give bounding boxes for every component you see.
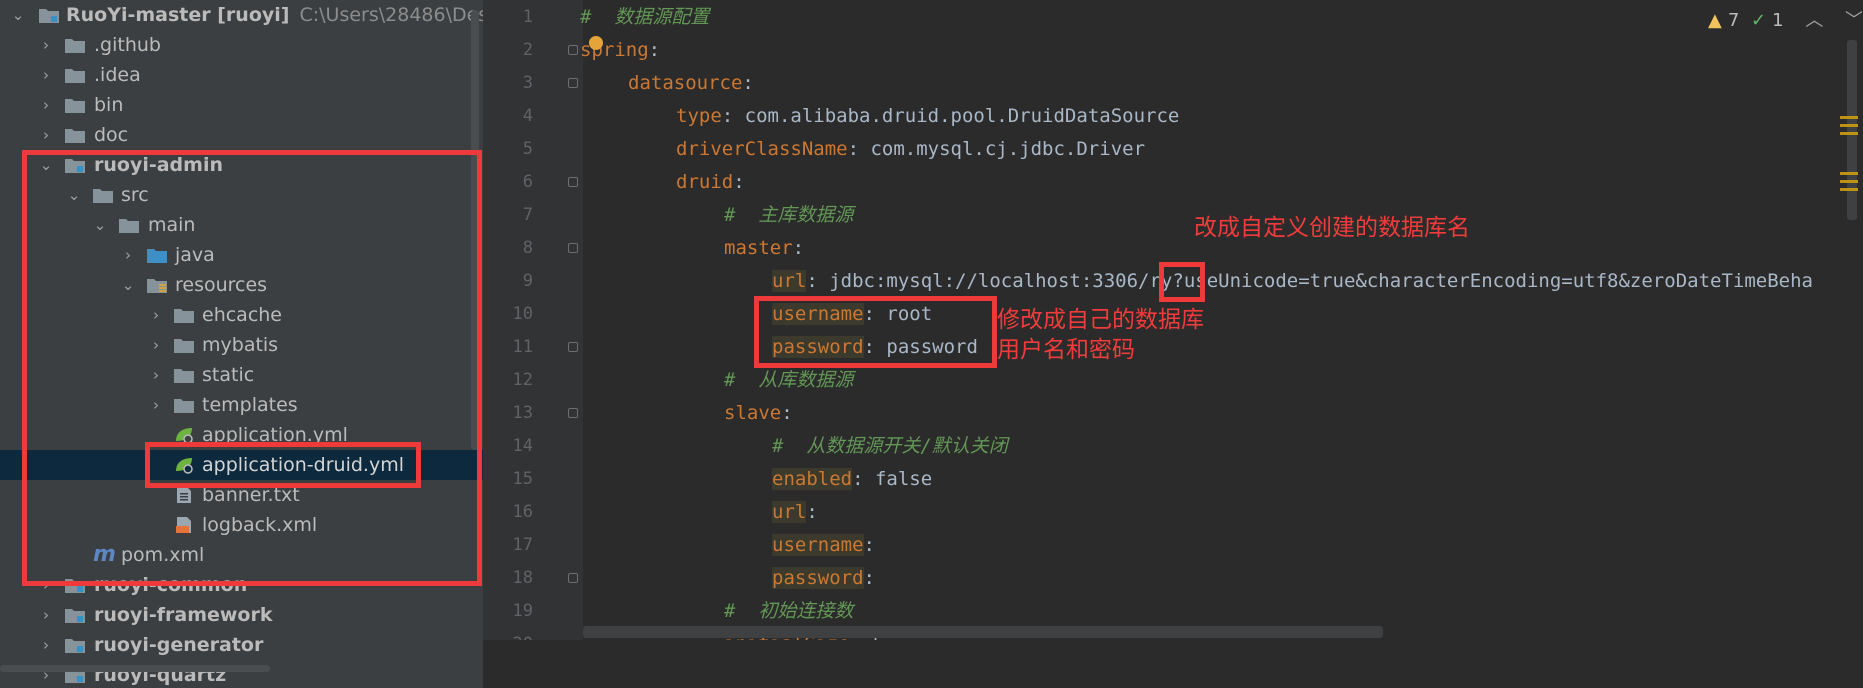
fold-marker-icon[interactable] (568, 177, 578, 187)
code-line-1[interactable]: # 数据源配置 (580, 1, 709, 34)
module-folder-icon (65, 639, 85, 653)
error-stripe-mark[interactable] (1840, 132, 1858, 135)
line-number: 7 (522, 205, 533, 225)
line-number: 8 (522, 238, 533, 258)
editor-vertical-scrollbar[interactable] (1847, 40, 1857, 220)
line-number: 11 (512, 337, 533, 357)
line-number: 4 (522, 106, 533, 126)
code-line-3[interactable]: datasource: (628, 67, 754, 100)
chevron-down-icon[interactable]: ﹀ (1845, 10, 1863, 31)
annotation-box-ruoyi-admin (22, 150, 482, 586)
tree-item-github[interactable]: › .github (0, 30, 483, 60)
tree-horizontal-scrollbar[interactable] (0, 665, 270, 672)
code-line-19[interactable]: # 初始连接数 (724, 595, 853, 628)
fold-marker-icon[interactable] (568, 573, 578, 583)
inspection-widget[interactable]: ▲ 7 ✓ 1 ︿ ﹀ (1708, 6, 1863, 36)
line-number: 5 (522, 139, 533, 159)
code-line-5[interactable]: driverClassName: com.mysql.cj.jdbc.Drive… (676, 133, 1145, 166)
warning-icon: ▲ (1708, 10, 1722, 31)
code-line-8[interactable]: master: (724, 232, 804, 265)
line-number: 10 (512, 304, 533, 324)
error-stripe-mark[interactable] (1840, 124, 1858, 127)
annotation-credentials-note-1: 修改成自己的数据库 (997, 307, 1204, 333)
line-number: 3 (522, 73, 533, 93)
line-number: 17 (512, 535, 533, 555)
annotation-credentials-note-2: 用户名和密码 (997, 337, 1135, 363)
line-number: 19 (512, 601, 533, 621)
folder-icon (65, 39, 85, 53)
error-stripe-mark[interactable] (1840, 172, 1858, 175)
code-line-16[interactable]: url: (772, 496, 818, 529)
project-name: RuoYi-master [ruoyi] (66, 4, 290, 26)
chevron-right-icon[interactable]: › (38, 120, 54, 150)
code-line-14[interactable]: # 从数据源开关/默认关闭 (772, 430, 1008, 463)
chevron-up-icon[interactable]: ︿ (1805, 10, 1823, 31)
tree-item-ruoyi-framework[interactable]: › ruoyi-framework (0, 600, 483, 630)
error-stripe-mark[interactable] (1840, 116, 1858, 119)
code-line-9[interactable]: url: jdbc:mysql://localhost:3306/ry?useU… (772, 265, 1813, 298)
chevron-right-icon[interactable]: › (38, 630, 54, 660)
line-number: 13 (512, 403, 533, 423)
warning-count: 7 (1727, 10, 1740, 31)
tree-item-doc[interactable]: › doc (0, 120, 483, 150)
code-line-4[interactable]: type: com.alibaba.druid.pool.DruidDataSo… (676, 100, 1179, 133)
line-number: 14 (512, 436, 533, 456)
code-line-15[interactable]: enabled: false (772, 463, 932, 496)
intention-bulb-icon[interactable] (589, 36, 603, 50)
line-number: 12 (512, 370, 533, 390)
line-number: 1 (522, 7, 533, 27)
error-stripe-mark[interactable] (1840, 188, 1858, 191)
code-line-13[interactable]: slave: (724, 397, 793, 430)
folder-icon (65, 99, 85, 113)
chevron-right-icon[interactable]: › (38, 90, 54, 120)
project-path: C:\Users\28486\Desktop\ (299, 4, 483, 26)
editor-horizontal-scrollbar[interactable] (583, 626, 1383, 638)
fold-marker-icon[interactable] (568, 243, 578, 253)
code-line-7[interactable]: # 主库数据源 (724, 199, 853, 232)
fold-marker-icon[interactable] (568, 45, 578, 55)
module-folder-icon (65, 609, 85, 623)
fold-marker-icon[interactable] (568, 78, 578, 88)
tree-item-ruoyi-generator[interactable]: › ruoyi-generator (0, 630, 483, 660)
line-number: 15 (512, 469, 533, 489)
line-number: 18 (512, 568, 533, 588)
code-editor[interactable]: 1 2 3 4 5 6 7 8 9 10 11 12 13 14 15 16 1… (483, 0, 1863, 688)
module-folder-icon (39, 9, 59, 23)
line-number: 2 (522, 40, 533, 60)
chevron-right-icon[interactable]: › (38, 60, 54, 90)
weak-warning-count: 1 (1772, 10, 1784, 31)
annotation-box-credentials (754, 296, 997, 368)
editor-bottom-area (483, 640, 1863, 688)
annotation-box-druid-file (145, 442, 421, 488)
line-number: 6 (522, 172, 533, 192)
code-line-6[interactable]: druid: (676, 166, 745, 199)
folder-icon (65, 129, 85, 143)
folder-icon (65, 69, 85, 83)
line-number: 16 (512, 502, 533, 522)
chevron-right-icon[interactable]: › (38, 600, 54, 630)
chevron-right-icon[interactable]: › (38, 30, 54, 60)
fold-marker-icon[interactable] (568, 408, 578, 418)
tree-project-root[interactable]: ⌄ RuoYi-master [ruoyi] C:\Users\28486\Des… (0, 0, 483, 30)
tree-item-idea[interactable]: › .idea (0, 60, 483, 90)
annotation-db-name-note: 改成自定义创建的数据库名 (1194, 215, 1470, 241)
code-line-12[interactable]: # 从库数据源 (724, 364, 853, 397)
error-stripe-mark[interactable] (1840, 180, 1858, 183)
line-number-gutter: 1 2 3 4 5 6 7 8 9 10 11 12 13 14 15 16 1… (483, 0, 583, 688)
code-line-18[interactable]: password: (772, 562, 875, 595)
chevron-down-icon[interactable]: ⌄ (10, 0, 26, 30)
check-icon: ✓ (1751, 10, 1767, 31)
tree-item-bin[interactable]: › bin (0, 90, 483, 120)
fold-marker-icon[interactable] (568, 342, 578, 352)
annotation-box-db-name (1159, 262, 1205, 302)
line-number: 9 (522, 271, 533, 291)
code-line-17[interactable]: username: (772, 529, 875, 562)
